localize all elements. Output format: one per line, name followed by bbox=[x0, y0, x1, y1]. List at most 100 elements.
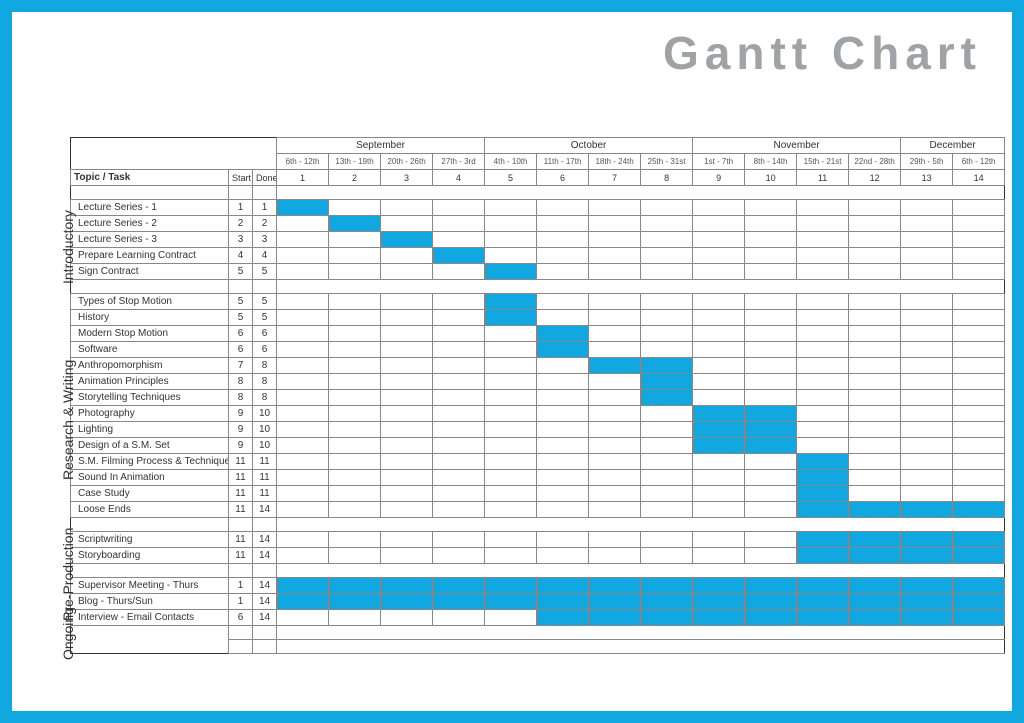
gantt-cell bbox=[849, 216, 901, 232]
date-range-header: 6th - 12th bbox=[277, 154, 329, 170]
task-done: 10 bbox=[253, 422, 277, 438]
task-name: Animation Principles bbox=[71, 374, 229, 390]
gantt-cell bbox=[953, 358, 1005, 374]
gantt-cell bbox=[797, 326, 849, 342]
gantt-cell bbox=[329, 470, 381, 486]
start-column-header: Start bbox=[229, 170, 253, 186]
gantt-cell bbox=[485, 390, 537, 406]
gantt-cell bbox=[901, 502, 953, 518]
gantt-cell bbox=[745, 470, 797, 486]
gantt-cell bbox=[589, 358, 641, 374]
gantt-cell bbox=[745, 438, 797, 454]
task-row: S.M. Filming Process & Techniques 11 11 bbox=[71, 454, 1005, 470]
task-done: 10 bbox=[253, 438, 277, 454]
gantt-cell bbox=[797, 532, 849, 548]
gantt-cell bbox=[693, 342, 745, 358]
task-start: 5 bbox=[229, 310, 253, 326]
task-start: 11 bbox=[229, 470, 253, 486]
gantt-cell bbox=[641, 232, 693, 248]
gantt-cell bbox=[329, 232, 381, 248]
gantt-cell bbox=[901, 216, 953, 232]
week-number-header: 6 bbox=[537, 170, 589, 186]
gantt-cell bbox=[433, 470, 485, 486]
gantt-cell bbox=[901, 294, 953, 310]
month-header: December bbox=[901, 138, 1005, 154]
gantt-cell bbox=[641, 374, 693, 390]
task-name: Sign Contract bbox=[71, 264, 229, 280]
task-start: 5 bbox=[229, 294, 253, 310]
gantt-cell bbox=[745, 326, 797, 342]
gantt-cell bbox=[849, 232, 901, 248]
task-done: 6 bbox=[253, 342, 277, 358]
gantt-cell bbox=[797, 200, 849, 216]
gantt-cell bbox=[641, 486, 693, 502]
gantt-cell bbox=[537, 200, 589, 216]
gantt-cell bbox=[797, 578, 849, 594]
gantt-cell bbox=[693, 216, 745, 232]
gantt-cell bbox=[329, 594, 381, 610]
gantt-cell bbox=[537, 438, 589, 454]
gantt-cell bbox=[849, 578, 901, 594]
gantt-cell bbox=[329, 390, 381, 406]
gantt-cell bbox=[485, 422, 537, 438]
date-range-header: 27th - 3rd bbox=[433, 154, 485, 170]
task-name: Case Study bbox=[71, 486, 229, 502]
section-label: Research & Writing bbox=[60, 360, 76, 480]
date-range-header: 8th - 14th bbox=[745, 154, 797, 170]
gantt-cell bbox=[589, 232, 641, 248]
gantt-cell bbox=[485, 232, 537, 248]
task-name: S.M. Filming Process & Techniques bbox=[71, 454, 229, 470]
gantt-cell bbox=[745, 406, 797, 422]
task-column-header: Topic / Task bbox=[71, 170, 229, 186]
gantt-cell bbox=[901, 342, 953, 358]
gantt-cell bbox=[485, 310, 537, 326]
task-row: Prepare Learning Contract 4 4 bbox=[71, 248, 1005, 264]
gantt-cell bbox=[745, 374, 797, 390]
date-range-header: 22nd - 28th bbox=[849, 154, 901, 170]
gantt-cell bbox=[277, 216, 329, 232]
task-done: 10 bbox=[253, 406, 277, 422]
task-done: 6 bbox=[253, 326, 277, 342]
task-done: 11 bbox=[253, 486, 277, 502]
gantt-cell bbox=[381, 438, 433, 454]
gantt-cell bbox=[589, 326, 641, 342]
gantt-cell bbox=[433, 310, 485, 326]
gantt-cell bbox=[901, 390, 953, 406]
gantt-cell bbox=[277, 374, 329, 390]
gantt-cell bbox=[693, 610, 745, 626]
gantt-cell bbox=[381, 310, 433, 326]
task-row: Lecture Series - 2 2 2 bbox=[71, 216, 1005, 232]
gantt-cell bbox=[537, 390, 589, 406]
gantt-cell bbox=[797, 294, 849, 310]
gantt-cell bbox=[901, 470, 953, 486]
gantt-cell bbox=[537, 216, 589, 232]
gantt-cell bbox=[797, 216, 849, 232]
gantt-cell bbox=[485, 502, 537, 518]
gantt-cell bbox=[537, 422, 589, 438]
gantt-cell bbox=[797, 610, 849, 626]
gantt-cell bbox=[589, 200, 641, 216]
gantt-cell bbox=[693, 406, 745, 422]
gantt-cell bbox=[693, 502, 745, 518]
gantt-cell bbox=[797, 232, 849, 248]
gantt-cell bbox=[381, 342, 433, 358]
gantt-cell bbox=[849, 454, 901, 470]
gantt-cell bbox=[433, 594, 485, 610]
gantt-chart: IntroductoryResearch & WritingPre-Produc… bbox=[70, 137, 1000, 689]
month-header: October bbox=[485, 138, 693, 154]
gantt-cell bbox=[849, 548, 901, 564]
gantt-cell bbox=[329, 264, 381, 280]
gantt-cell bbox=[589, 406, 641, 422]
task-name: Blog - Thurs/Sun bbox=[71, 594, 229, 610]
gantt-cell bbox=[745, 422, 797, 438]
gantt-cell bbox=[693, 264, 745, 280]
gantt-cell bbox=[797, 310, 849, 326]
week-number-header: 5 bbox=[485, 170, 537, 186]
gantt-cell bbox=[901, 486, 953, 502]
task-done: 1 bbox=[253, 200, 277, 216]
date-range-header: 29th - 5th bbox=[901, 154, 953, 170]
gantt-cell bbox=[953, 578, 1005, 594]
gantt-cell bbox=[381, 594, 433, 610]
date-range-header: 20th - 26th bbox=[381, 154, 433, 170]
gantt-cell bbox=[953, 216, 1005, 232]
